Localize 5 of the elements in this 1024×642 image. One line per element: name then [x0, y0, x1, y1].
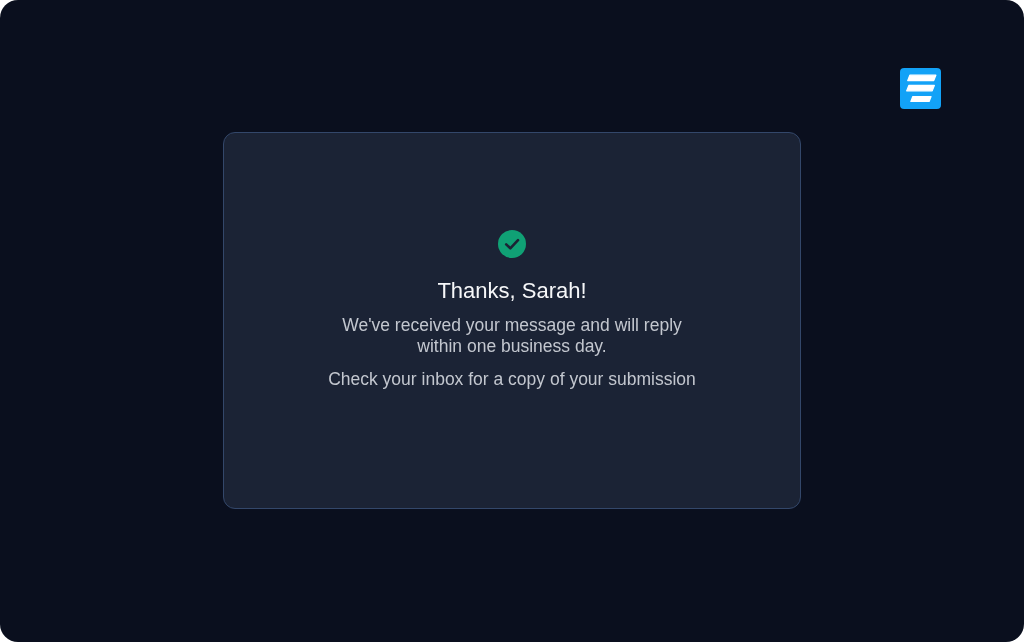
- logo-icon: [900, 68, 941, 109]
- check-circle-icon: [498, 230, 526, 258]
- inbox-note: Check your inbox for a copy of your submission: [328, 369, 696, 390]
- confirmation-title: Thanks, Sarah!: [437, 277, 587, 305]
- confirmation-message: We've received your message and will reply within one business day.: [341, 315, 683, 357]
